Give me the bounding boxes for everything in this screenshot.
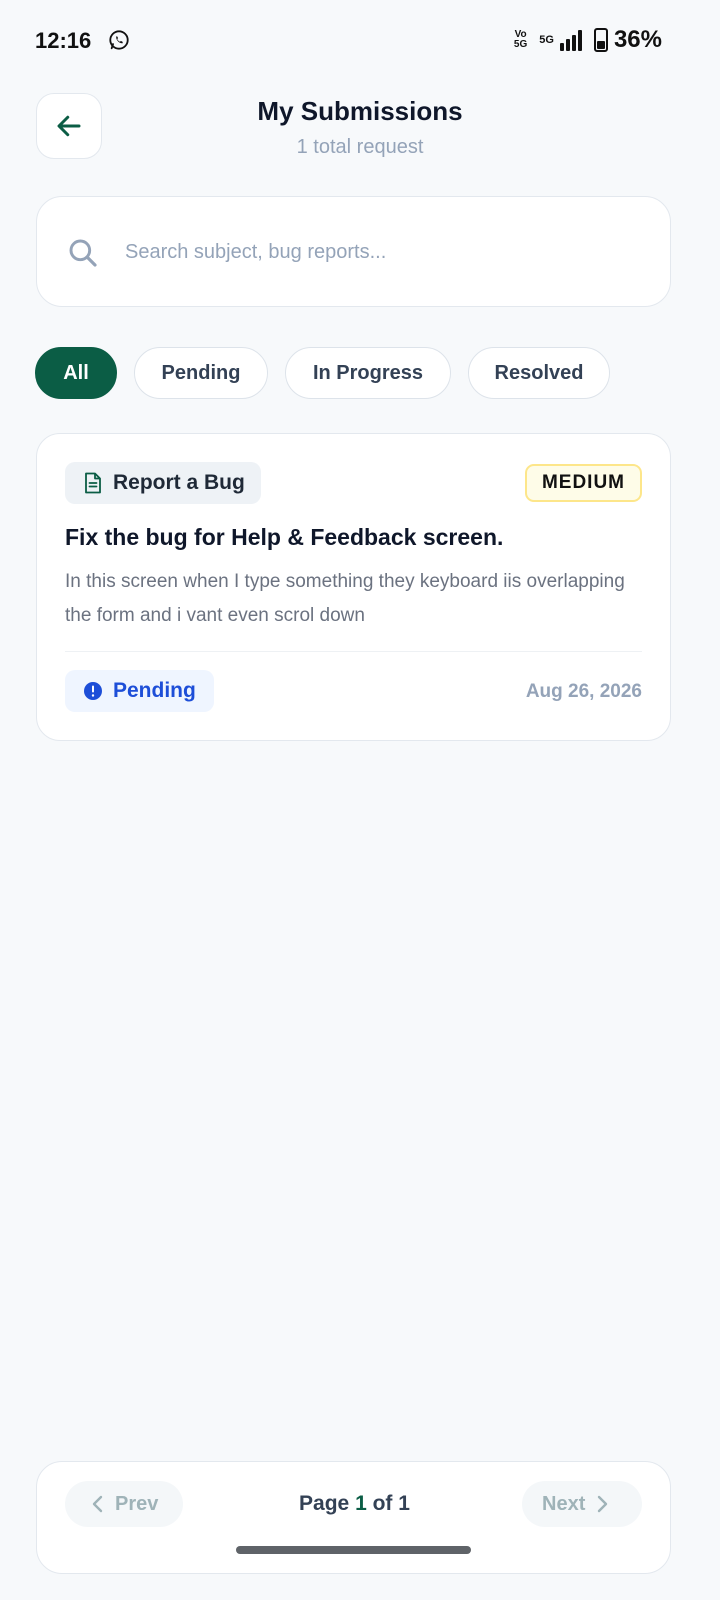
next-label: Next [542, 1492, 586, 1515]
priority-badge: MEDIUM [524, 464, 642, 502]
next-button[interactable]: Next [522, 1481, 642, 1527]
search-input[interactable] [123, 233, 627, 271]
filter-tabs: All Pending In Progress Resolved [35, 347, 610, 399]
status-label: Pending [113, 679, 196, 702]
home-indicator[interactable] [236, 1546, 471, 1554]
of-word: of [372, 1492, 393, 1515]
filter-in-progress[interactable]: In Progress [285, 347, 451, 399]
filter-all[interactable]: All [35, 347, 117, 399]
whatsapp-icon [109, 30, 129, 50]
chevron-right-icon [598, 1495, 608, 1513]
status-badge: Pending [65, 670, 214, 712]
submission-description: In this screen when I type something the… [65, 571, 625, 626]
document-icon [85, 472, 101, 494]
page-title: My Submissions [257, 96, 463, 126]
signal-icon [559, 29, 582, 51]
card-divider [65, 651, 642, 652]
network-type: 5G [539, 34, 554, 46]
submission-title: Fix the bug for Help & Feedback screen. [65, 524, 504, 550]
pagination-bar: Prev Page 1 of 1 Next [36, 1461, 671, 1574]
total-pages: 1 [398, 1492, 410, 1515]
filter-resolved[interactable]: Resolved [468, 347, 610, 399]
current-page: 1 [355, 1492, 367, 1515]
search-icon [69, 239, 97, 267]
filter-pending[interactable]: Pending [134, 347, 268, 399]
submission-date: Aug 26, 2026 [525, 681, 642, 702]
status-bar: 12:16 Vo 5G 5G 36% [0, 0, 720, 84]
volte-indicator: Vo 5G [514, 30, 527, 50]
category-tag: Report a Bug [65, 462, 261, 504]
battery-icon [593, 28, 608, 52]
submission-card[interactable]: Report a Bug MEDIUM Fix the bug for Help… [36, 433, 671, 741]
search-bar[interactable] [36, 196, 671, 307]
category-label: Report a Bug [113, 471, 245, 494]
info-circle-icon [84, 682, 102, 700]
page-word: Page [299, 1492, 350, 1515]
volte-bottom: 5G [513, 39, 528, 50]
page-subtitle: 1 total request [296, 136, 424, 158]
status-indicators: Vo 5G 5G 36% [514, 26, 662, 54]
status-time: 12:16 [35, 28, 92, 53]
battery-percent: 36% [613, 26, 662, 53]
